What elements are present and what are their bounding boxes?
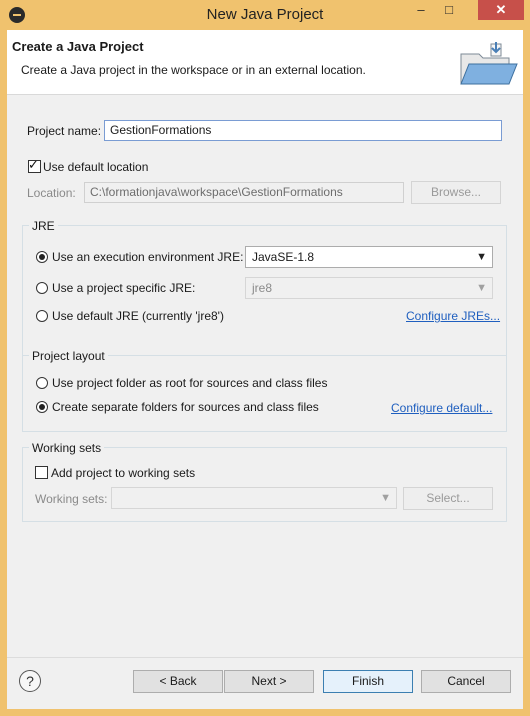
configure-default-link[interactable]: Configure default...: [391, 401, 492, 415]
jre-specific-radio[interactable]: [36, 282, 48, 294]
page-description: Create a Java project in the workspace o…: [21, 63, 366, 77]
working-sets-label: Working sets:: [35, 492, 108, 506]
project-layout-group-title: Project layout: [29, 349, 108, 363]
jre-exec-env-radio[interactable]: [36, 251, 48, 263]
project-name-label: Project name:: [27, 124, 102, 138]
new-java-project-window: New Java Project – □ ✕ Create a Java Pro…: [0, 0, 530, 716]
specific-jre-select[interactable]: jre8 ▼: [245, 277, 493, 299]
layout-separate-label: Create separate folders for sources and …: [52, 400, 319, 414]
layout-separate-radio[interactable]: [36, 401, 48, 413]
layout-root-label: Use project folder as root for sources a…: [52, 376, 328, 390]
add-to-working-sets-label: Add project to working sets: [51, 466, 196, 480]
select-working-sets-button[interactable]: Select...: [403, 487, 493, 510]
cancel-button[interactable]: Cancel: [421, 670, 511, 693]
location-input[interactable]: C:\formationjava\workspace\GestionFormat…: [84, 182, 404, 203]
working-sets-group: [22, 447, 507, 522]
dialog-content: Create a Java Project Create a Java proj…: [7, 30, 523, 709]
browse-button[interactable]: Browse...: [411, 181, 501, 204]
jre-default-radio[interactable]: [36, 310, 48, 322]
location-label: Location:: [27, 186, 76, 200]
project-name-input[interactable]: GestionFormations: [104, 120, 502, 141]
configure-jres-link[interactable]: Configure JREs...: [406, 309, 500, 323]
checkmark-icon: ✓: [28, 157, 39, 172]
chevron-down-icon: ▼: [476, 282, 487, 294]
project-layout-group: [22, 355, 507, 432]
footer-divider: [7, 657, 523, 658]
close-button[interactable]: ✕: [478, 0, 524, 20]
new-project-folder-icon: [460, 42, 518, 85]
chevron-down-icon: ▼: [380, 492, 391, 504]
jre-exec-env-label: Use an execution environment JRE:: [52, 250, 244, 264]
exec-env-select[interactable]: JavaSE-1.8 ▼: [245, 246, 493, 268]
use-default-location-label: Use default location: [43, 160, 149, 174]
finish-button[interactable]: Finish: [323, 670, 413, 693]
jre-specific-label: Use a project specific JRE:: [52, 281, 196, 295]
next-button[interactable]: Next >: [224, 670, 314, 693]
title-bar[interactable]: New Java Project – □ ✕: [0, 0, 530, 30]
layout-root-radio[interactable]: [36, 377, 48, 389]
chevron-down-icon: ▼: [476, 251, 487, 263]
help-icon[interactable]: ?: [19, 670, 41, 692]
exec-env-value: JavaSE-1.8: [252, 250, 315, 264]
working-sets-group-title: Working sets: [29, 441, 105, 455]
working-sets-select[interactable]: ▼: [111, 487, 397, 509]
use-default-location-checkbox[interactable]: ✓: [28, 157, 41, 173]
add-to-working-sets-checkbox[interactable]: [35, 466, 48, 479]
jre-group-title: JRE: [29, 219, 58, 233]
back-button[interactable]: < Back: [133, 670, 223, 693]
minimize-button[interactable]: –: [408, 0, 434, 20]
jre-default-label: Use default JRE (currently 'jre8'): [52, 309, 224, 323]
page-title: Create a Java Project: [12, 39, 144, 54]
wizard-header: Create a Java Project Create a Java proj…: [7, 30, 523, 95]
specific-jre-value: jre8: [252, 281, 273, 295]
maximize-button[interactable]: □: [436, 0, 462, 20]
